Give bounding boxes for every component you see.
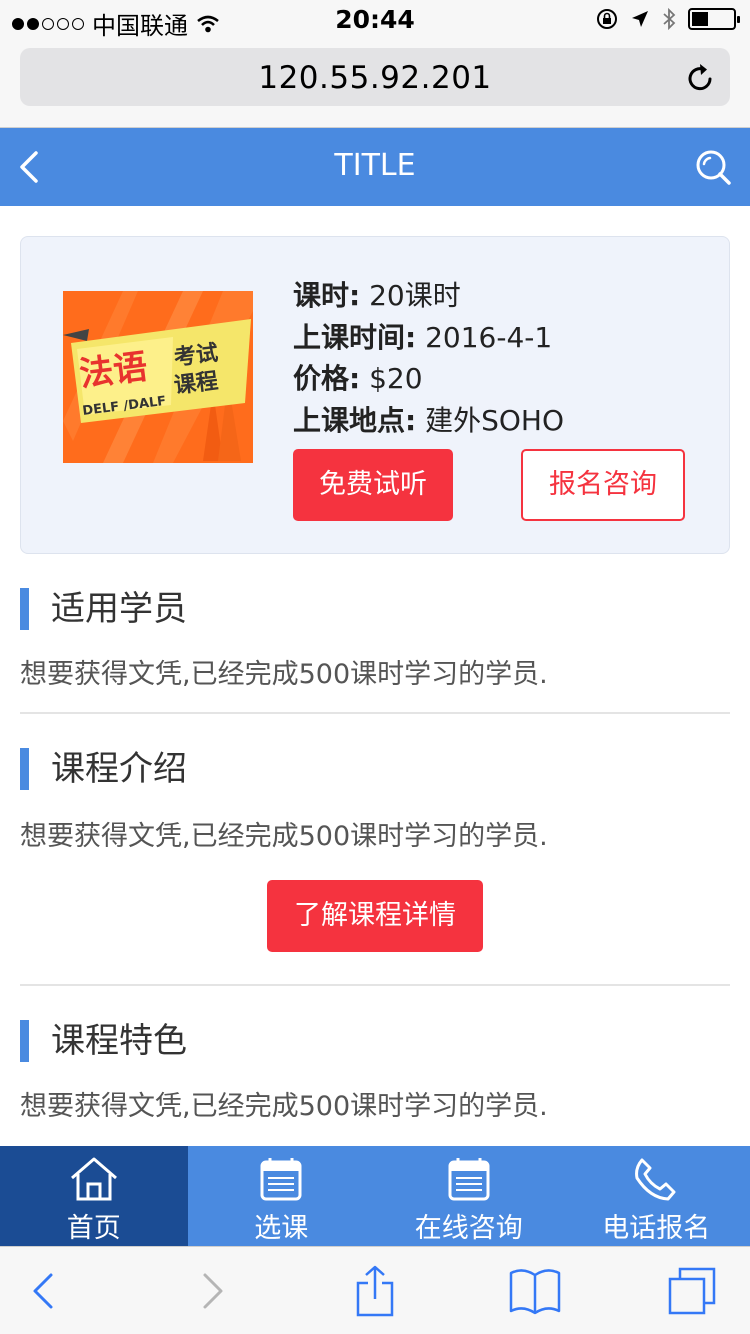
hours-label: 课时: [293,279,361,312]
tab-phone-enroll[interactable]: 电话报名 [563,1146,750,1246]
course-info: 课时: 20课时 上课时间: 2016-4-1 价格: $20 上课地点: 建外… [293,275,564,441]
free-trial-button[interactable]: 免费试听 [293,449,453,521]
share-icon[interactable] [348,1265,402,1317]
price-value: $20 [369,362,423,395]
tab-label: 在线咨询 [414,1213,523,1244]
hours-value: 20课时 [369,279,461,312]
image-title-side-2: 课程 [173,369,220,399]
browser-toolbar [0,1246,750,1334]
status-right [596,7,740,31]
browser-address-area: 120.55.92.201 [0,40,750,128]
course-location-row: 上课地点: 建外SOHO [293,400,564,442]
course-hours-row: 课时: 20课时 [293,275,564,317]
course-image: 法语 考试 课程 DELF /DALF [63,291,253,463]
search-icon[interactable] [694,148,732,186]
section-title: 课程介绍 [51,749,187,789]
course-card: 法语 考试 课程 DELF /DALF 课时: 20课时 上课时间: 2016-… [20,236,730,554]
tabs-icon[interactable] [666,1265,720,1317]
section-accent-bar [20,748,29,790]
home-icon [70,1157,117,1201]
price-label: 价格: [293,362,361,395]
app-header: TITLE [0,128,750,206]
divider [20,984,730,986]
phone-icon [635,1158,676,1201]
tab-label: 首页 [66,1213,121,1244]
location-label: 上课地点: [293,403,417,437]
section-text: 想要获得文凭,已经完成500课时学习的学员. [20,821,548,852]
tab-online-consult[interactable]: 在线咨询 [375,1146,563,1246]
status-bar: 中国联通 20:44 [0,0,750,40]
bottom-tab-bar: 首页 选课 在线咨询 电话报名 [0,1146,750,1246]
tab-home[interactable]: 首页 [0,1146,188,1246]
location-value: 建外SOHO [425,403,565,437]
battery-icon [688,8,740,30]
date-value: 2016-4-1 [425,320,553,354]
reload-icon[interactable] [684,62,716,94]
calendar-icon [448,1158,490,1201]
address-bar[interactable]: 120.55.92.201 [20,48,730,106]
location-arrow-icon [632,11,648,27]
section-accent-bar [20,588,29,630]
course-date-row: 上课时间: 2016-4-1 [293,317,564,359]
tab-label: 选课 [254,1213,309,1244]
chevron-left-icon[interactable] [18,1265,72,1317]
section-title: 适用学员 [51,589,187,629]
section-accent-bar [20,1020,29,1062]
url-text[interactable]: 120.55.92.201 [20,60,730,96]
chevron-right-icon[interactable] [184,1265,238,1317]
divider [20,712,730,714]
bluetooth-icon [663,7,676,31]
date-label: 上课时间: [293,320,417,354]
page-title: TITLE [334,148,416,183]
tab-course-select[interactable]: 选课 [188,1146,376,1246]
section-title: 课程特色 [51,1021,187,1061]
book-icon[interactable] [508,1265,562,1317]
course-image-art: 法语 考试 课程 DELF /DALF [63,291,253,463]
orientation-lock-icon [597,9,617,29]
image-title-main: 法语 [77,347,149,395]
course-price-row: 价格: $20 [293,358,564,400]
enroll-consult-button[interactable]: 报名咨询 [521,449,685,521]
calendar-icon [260,1158,302,1201]
section-text: 想要获得文凭,已经完成500课时学习的学员. [20,659,548,690]
tab-label: 电话报名 [602,1213,711,1244]
section-text: 想要获得文凭,已经完成500课时学习的学员. [20,1091,548,1122]
course-details-button[interactable]: 了解课程详情 [267,880,483,952]
image-title-side-1: 考试 [173,341,220,371]
